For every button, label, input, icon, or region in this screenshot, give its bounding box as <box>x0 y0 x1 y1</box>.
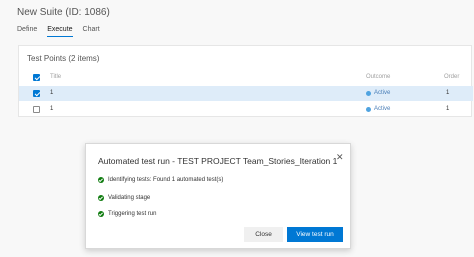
step-label: Triggering test run <box>108 211 157 217</box>
suite-tabs: Define Execute Chart <box>17 26 100 37</box>
automated-test-run-dialog: Automated test run - TEST PROJECT Team_S… <box>85 143 351 249</box>
step-triggering-test-run: Triggering test run <box>98 211 156 217</box>
check-circle-icon <box>98 195 104 201</box>
tab-execute[interactable]: Execute <box>47 26 73 37</box>
outcome-label: Active <box>374 106 391 112</box>
outcome-label: Active <box>374 90 391 96</box>
status-dot-icon <box>366 106 371 112</box>
tab-chart[interactable]: Chart <box>83 26 100 37</box>
table-header: Title Outcome Order <box>19 70 473 85</box>
step-validating-stage: Validating stage <box>98 195 150 201</box>
close-icon[interactable]: ✕ <box>336 152 344 163</box>
row-order: 1 <box>446 106 450 112</box>
row-title: 1 <box>50 106 54 112</box>
table-row[interactable]: 1 Active 1 <box>19 102 473 117</box>
status-dot-icon <box>366 90 371 96</box>
row-outcome: Active <box>366 90 390 96</box>
view-test-run-button[interactable]: View test run <box>287 227 343 242</box>
step-label: Identifying tests: Found 1 automated tes… <box>108 177 224 183</box>
step-label: Validating stage <box>108 195 151 201</box>
dialog-title: Automated test run - TEST PROJECT Team_S… <box>98 156 338 166</box>
step-identifying-tests: Identifying tests: Found 1 automated tes… <box>98 177 223 183</box>
table-row[interactable]: 1 Active 1 <box>19 86 473 101</box>
check-circle-icon <box>98 177 104 183</box>
test-points-card: Test Points (2 items) Title Outcome Orde… <box>18 45 473 117</box>
row-order: 1 <box>446 90 450 96</box>
test-points-title: Test Points (2 items) <box>27 54 100 63</box>
select-all-checkbox[interactable] <box>33 74 40 81</box>
row-checkbox[interactable] <box>33 106 40 113</box>
row-checkbox[interactable] <box>33 90 40 97</box>
close-button[interactable]: Close <box>244 227 283 242</box>
column-header-title[interactable]: Title <box>50 74 61 80</box>
row-outcome: Active <box>366 106 390 112</box>
tab-define[interactable]: Define <box>17 26 37 37</box>
column-header-order[interactable]: Order <box>444 74 459 80</box>
suite-title: New Suite (ID: 1086) <box>17 7 110 18</box>
check-circle-icon <box>98 211 104 217</box>
row-title: 1 <box>50 90 54 96</box>
column-header-outcome[interactable]: Outcome <box>366 74 390 80</box>
